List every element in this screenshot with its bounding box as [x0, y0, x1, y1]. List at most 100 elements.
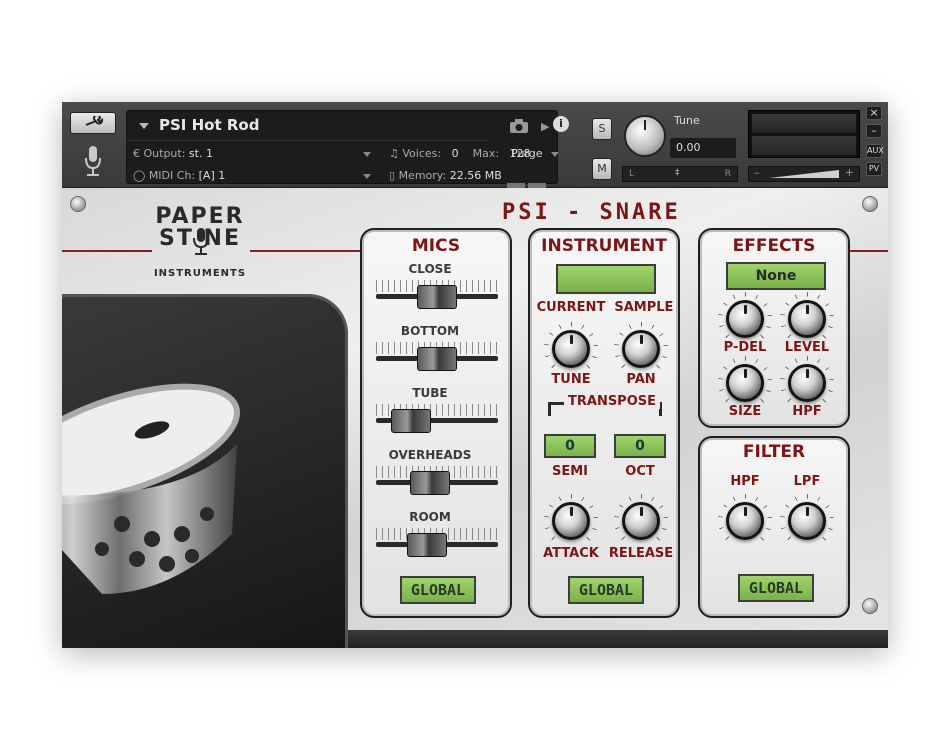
pan-right-label: R	[724, 169, 731, 179]
fader-handle[interactable]	[417, 285, 457, 309]
fader-handle[interactable]	[390, 409, 431, 433]
effects-hpf-knob[interactable]	[788, 364, 826, 402]
fader-label: ROOM	[409, 510, 451, 524]
tune-label: Tune	[674, 114, 700, 127]
voices-value: 0	[451, 147, 459, 160]
memory-icon: ▯	[389, 169, 396, 182]
wrench-icon	[85, 116, 103, 126]
screw	[862, 196, 878, 212]
effects-preset-display[interactable]: None	[726, 262, 826, 290]
filter-hpf-knob[interactable]	[726, 502, 764, 540]
effects-hpf-label: HPF	[792, 404, 822, 419]
red-divider	[848, 250, 888, 252]
instrument-global-button[interactable]: GLOBAL	[568, 576, 644, 604]
instrument-title-label: INSTRUMENT	[541, 236, 667, 256]
pv-button[interactable]: PV	[866, 162, 882, 176]
info-icon[interactable]: i	[553, 116, 569, 132]
volume-slider[interactable]: – +	[748, 166, 860, 182]
collapse-triangle-icon[interactable]	[139, 123, 149, 129]
fader-handle[interactable]	[417, 347, 457, 371]
tune-value[interactable]: 0.00	[670, 138, 736, 158]
fader-handle[interactable]	[410, 471, 451, 495]
level-knob[interactable]	[788, 300, 826, 338]
settings-button[interactable]	[70, 112, 116, 134]
memory-label: Memory:	[398, 169, 447, 182]
snare-drum-image	[62, 383, 241, 594]
instrument-title: PSI - SNARE	[502, 200, 681, 225]
volume-minus-icon[interactable]: –	[754, 166, 760, 179]
solo-button[interactable]: S	[592, 118, 612, 140]
attack-knob[interactable]	[552, 502, 590, 540]
output-value: st. 1	[188, 147, 213, 160]
microphone-icon	[85, 146, 101, 176]
fader-handle[interactable]	[407, 533, 448, 557]
pan-left-label: L	[629, 169, 635, 179]
instrument-panel: INSTRUMENT CURRENT SAMPLE TUNE PAN TRANS…	[528, 228, 680, 618]
attack-label: ATTACK	[543, 546, 599, 561]
fader-label: CLOSE	[408, 262, 452, 276]
camera-icon[interactable]	[509, 119, 529, 133]
pan-center-icon[interactable]: ‡	[675, 168, 687, 180]
max-label: Max:	[472, 147, 500, 160]
tune-knob[interactable]	[624, 115, 666, 157]
instrument-name[interactable]: PSI Hot Rod	[159, 116, 259, 134]
oct-display[interactable]: 0	[614, 434, 666, 458]
pdel-label: P-DEL	[723, 340, 767, 355]
purge-label: Purge	[511, 147, 543, 160]
pan-slider[interactable]: L ‡ R	[622, 166, 738, 182]
level-meter	[748, 110, 860, 158]
voices-label: Voices:	[402, 147, 442, 160]
midi-dropdown-icon[interactable]	[363, 174, 371, 179]
purge-menu[interactable]: Purge	[511, 147, 543, 160]
effects-panel: EFFECTS None P-DEL LEVEL SIZE HPF	[698, 228, 850, 428]
pan-label: PAN	[626, 372, 656, 387]
size-knob[interactable]	[726, 364, 764, 402]
aux-button[interactable]: AUX	[866, 144, 884, 158]
semi-label: SEMI	[551, 464, 589, 479]
memory-value: 22.56 MB	[449, 169, 502, 182]
output-icon: €	[133, 147, 140, 160]
midi-value: [A] 1	[198, 169, 226, 182]
effects-title: EFFECTS	[732, 236, 816, 256]
kontakt-instrument-window: PSI Hot Rod ◀ ▶ € Output: st. 1 ◯ MIDI C…	[62, 102, 888, 648]
screw	[862, 598, 878, 614]
mics-global-button[interactable]: GLOBAL	[400, 576, 476, 604]
output-selector[interactable]: € Output: st. 1	[133, 147, 213, 160]
next-instrument-icon[interactable]: ▶	[541, 120, 549, 133]
instrument-gui: PAPER ST NE INSTRUMENTS PSI - SNARE MICS…	[62, 188, 888, 648]
mute-button[interactable]: M	[592, 158, 612, 180]
semi-display[interactable]: 0	[544, 434, 596, 458]
instrument-name-row[interactable]: PSI Hot Rod ◀ ▶	[127, 111, 549, 141]
transpose-label: TRANSPOSE	[564, 394, 661, 409]
screw	[70, 196, 86, 212]
logo-microphone-icon	[193, 228, 209, 255]
fader-label: TUBE	[412, 386, 448, 400]
purge-dropdown-icon[interactable]	[551, 152, 559, 157]
snare-photo	[62, 294, 348, 648]
close-button[interactable]: ×	[866, 106, 882, 120]
output-label: Output:	[143, 147, 186, 160]
current-sample-display[interactable]	[556, 264, 656, 294]
release-knob[interactable]	[622, 502, 660, 540]
filter-panel: FILTER HPF LPF GLOBAL	[698, 436, 850, 618]
minimize-button[interactable]: –	[866, 124, 882, 138]
red-divider	[62, 250, 152, 252]
oct-label: OCT	[625, 464, 655, 479]
pan-knob[interactable]	[622, 330, 660, 368]
filter-hpf-label: HPF	[730, 474, 760, 489]
mics-panel: MICS CLOSE BOTTOM TUBE OVERHEADS ROOM GLOBAL	[360, 228, 512, 618]
tune-knob-inst[interactable]	[552, 330, 590, 368]
red-divider	[250, 250, 360, 252]
output-dropdown-icon[interactable]	[363, 152, 371, 157]
volume-slope	[769, 170, 839, 178]
filter-global-button[interactable]: GLOBAL	[738, 574, 814, 602]
fader-label: OVERHEADS	[388, 448, 472, 462]
release-label: RELEASE	[608, 546, 674, 561]
instrument-header: PSI Hot Rod ◀ ▶ € Output: st. 1 ◯ MIDI C…	[62, 102, 888, 207]
current-sample-label: CURRENT SAMPLE	[536, 300, 674, 315]
filter-lpf-knob[interactable]	[788, 502, 826, 540]
midi-channel-selector[interactable]: ◯ MIDI Ch: [A] 1	[133, 169, 225, 182]
bottom-strip	[348, 630, 888, 648]
pdel-knob[interactable]	[726, 300, 764, 338]
volume-plus-icon[interactable]: +	[845, 166, 854, 179]
